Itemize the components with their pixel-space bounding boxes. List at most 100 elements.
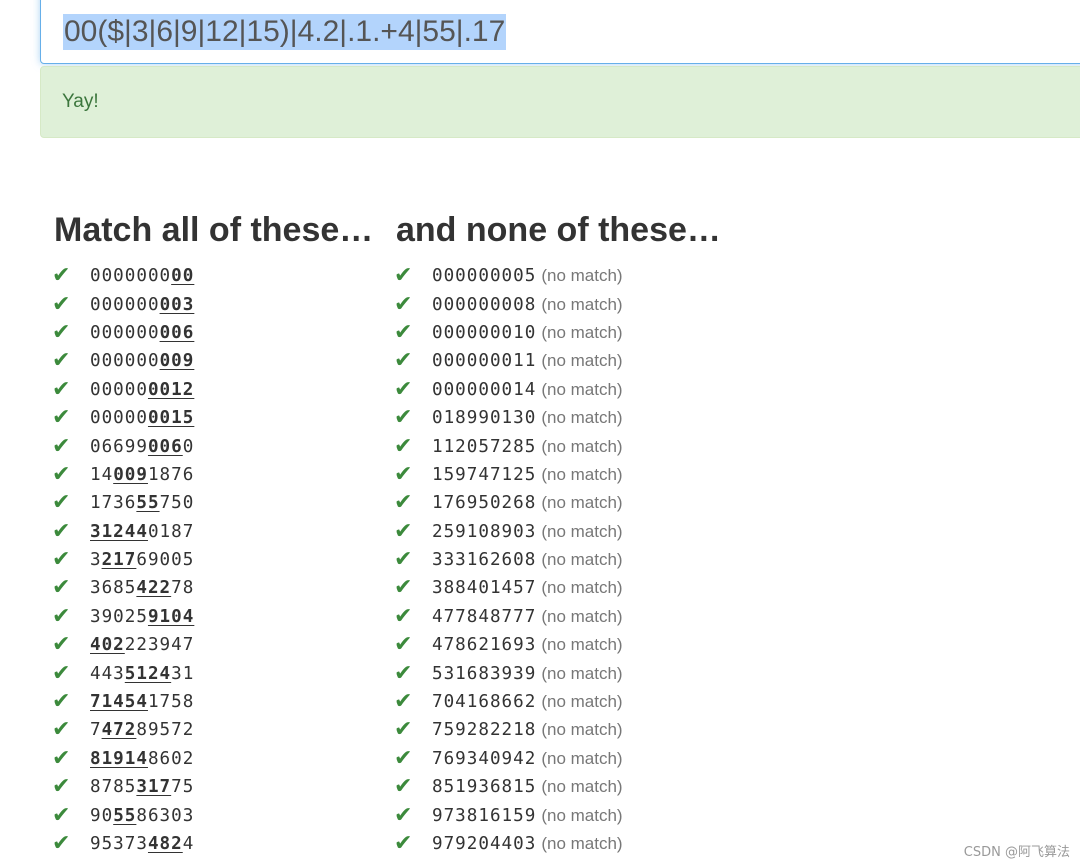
no-match-label: (no match): [541, 322, 623, 342]
match-list-item: ✔ 173655750: [52, 489, 194, 517]
non-match-string: 000000011: [432, 351, 537, 372]
none-list-item: ✔ 478621693 (no match): [394, 631, 623, 659]
matched-substring: 009: [113, 464, 148, 485]
match-string: 819148602: [90, 749, 194, 769]
regex-input[interactable]: 00($|3|6|9|12|15)|4.2|.1.+4|55|.17: [40, 0, 1080, 64]
match-string: 747289572: [90, 720, 194, 740]
match-list-item: ✔ 905586303: [52, 801, 194, 829]
check-mark-icon: ✔: [52, 291, 71, 317]
match-string: 312440187: [90, 522, 194, 542]
matched-substring: 422: [136, 578, 172, 599]
non-match-string: 769340942: [432, 748, 537, 769]
non-match-string: 477848777: [432, 606, 537, 627]
check-mark-icon: ✔: [52, 263, 71, 289]
none-list-item: ✔ 333162608 (no match): [394, 546, 623, 574]
match-string-suffix: 31: [171, 663, 195, 684]
match-string-prefix: 06699: [90, 436, 148, 457]
no-match-label: (no match): [541, 379, 623, 399]
no-match-label: (no match): [541, 834, 623, 853]
match-list-item: ✔ 000000006: [52, 319, 194, 347]
match-string-prefix: 8785: [90, 777, 137, 798]
match-string-prefix: 00000: [90, 408, 148, 429]
no-match-label: (no match): [541, 266, 623, 286]
matched-substring: 006: [147, 436, 183, 457]
check-mark-icon: ✔: [52, 831, 71, 856]
no-match-label: (no match): [541, 748, 623, 768]
non-match-string: 112057285: [432, 436, 537, 457]
matched-substring: 0012: [147, 379, 195, 400]
check-mark-icon: ✔: [52, 660, 71, 686]
check-mark-icon: ✔: [52, 319, 71, 345]
match-string-prefix: 3: [90, 550, 102, 571]
match-string: 321769005: [90, 550, 194, 570]
check-mark-icon: ✔: [52, 603, 71, 629]
match-string-prefix: 39025: [90, 606, 148, 627]
match-string-prefix: 443: [90, 663, 125, 684]
check-mark-icon: ✔: [394, 632, 413, 658]
match-list-item: ✔ 953734824: [52, 830, 194, 858]
match-string: 953734824: [90, 834, 194, 854]
match-list-item: ✔ 819148602: [52, 745, 194, 773]
match-section-title: Match all of these…: [54, 211, 374, 249]
match-string: 173655750: [90, 493, 194, 513]
none-list: ✔ 000000005 (no match) ✔ 000000008 (no match)…: [394, 262, 623, 858]
match-string-suffix: 223947: [124, 635, 195, 656]
check-mark-icon: ✔: [52, 745, 71, 771]
regex-input-value[interactable]: 00($|3|6|9|12|15)|4.2|.1.+4|55|.17: [63, 14, 507, 50]
match-string-suffix: 1758: [147, 692, 195, 713]
match-string-suffix: 0187: [147, 521, 195, 542]
check-mark-icon: ✔: [394, 774, 413, 800]
match-string-suffix: 750: [159, 493, 195, 514]
match-string: 000000003: [90, 295, 194, 315]
no-match-label: (no match): [541, 777, 623, 797]
check-mark-icon: ✔: [394, 575, 413, 601]
match-list-item: ✔ 368542278: [52, 574, 194, 602]
check-mark-icon: ✔: [394, 717, 413, 743]
success-alert-text: Yay!: [62, 91, 99, 112]
none-list-item: ✔ 176950268 (no match): [394, 489, 623, 517]
match-list-item: ✔ 321769005: [52, 546, 194, 574]
check-mark-icon: ✔: [394, 518, 413, 544]
none-list-item: ✔ 759282218 (no match): [394, 716, 623, 744]
check-mark-icon: ✔: [52, 348, 71, 374]
no-match-label: (no match): [541, 805, 623, 825]
none-list-item: ✔ 704168662 (no match): [394, 688, 623, 716]
check-mark-icon: ✔: [52, 689, 71, 715]
match-list-item: ✔ 000000000: [52, 262, 194, 290]
matched-substring: 003: [159, 294, 195, 315]
match-string: 000000012: [90, 380, 194, 400]
match-list-item: ✔ 140091876: [52, 461, 194, 489]
match-list-item: ✔ 747289572: [52, 716, 194, 744]
check-mark-icon: ✔: [394, 660, 413, 686]
matched-substring: 9104: [147, 606, 195, 627]
check-mark-icon: ✔: [394, 831, 413, 856]
match-string: 066990060: [90, 437, 194, 457]
match-list-item: ✔ 714541758: [52, 688, 194, 716]
match-string: 878531775: [90, 777, 194, 797]
non-match-string: 000000008: [432, 294, 537, 315]
match-string-suffix: 0: [182, 436, 195, 457]
check-mark-icon: ✔: [394, 745, 413, 771]
match-string-prefix: 3685: [90, 578, 137, 599]
check-mark-icon: ✔: [52, 518, 71, 544]
check-mark-icon: ✔: [52, 802, 71, 828]
match-string-suffix: 1876: [147, 464, 195, 485]
none-list-item: ✔ 477848777 (no match): [394, 603, 623, 631]
match-string-suffix: 4: [182, 834, 195, 854]
match-string: 140091876: [90, 465, 194, 485]
check-mark-icon: ✔: [52, 405, 71, 431]
no-match-label: (no match): [541, 635, 623, 655]
matched-substring: 71454: [90, 692, 148, 713]
none-list-item: ✔ 018990130 (no match): [394, 404, 623, 432]
none-list-item: ✔ 851936815 (no match): [394, 773, 623, 801]
check-mark-icon: ✔: [394, 490, 413, 516]
matched-substring: 31244: [90, 521, 148, 542]
no-match-label: (no match): [541, 720, 623, 740]
match-string-suffix: 89572: [136, 720, 195, 741]
none-list-item: ✔ 973816159 (no match): [394, 801, 623, 829]
match-string-prefix: 1736: [90, 493, 137, 514]
match-string-prefix: 000000: [90, 294, 160, 315]
match-string: 368542278: [90, 578, 194, 598]
check-mark-icon: ✔: [394, 291, 413, 317]
check-mark-icon: ✔: [52, 433, 71, 459]
